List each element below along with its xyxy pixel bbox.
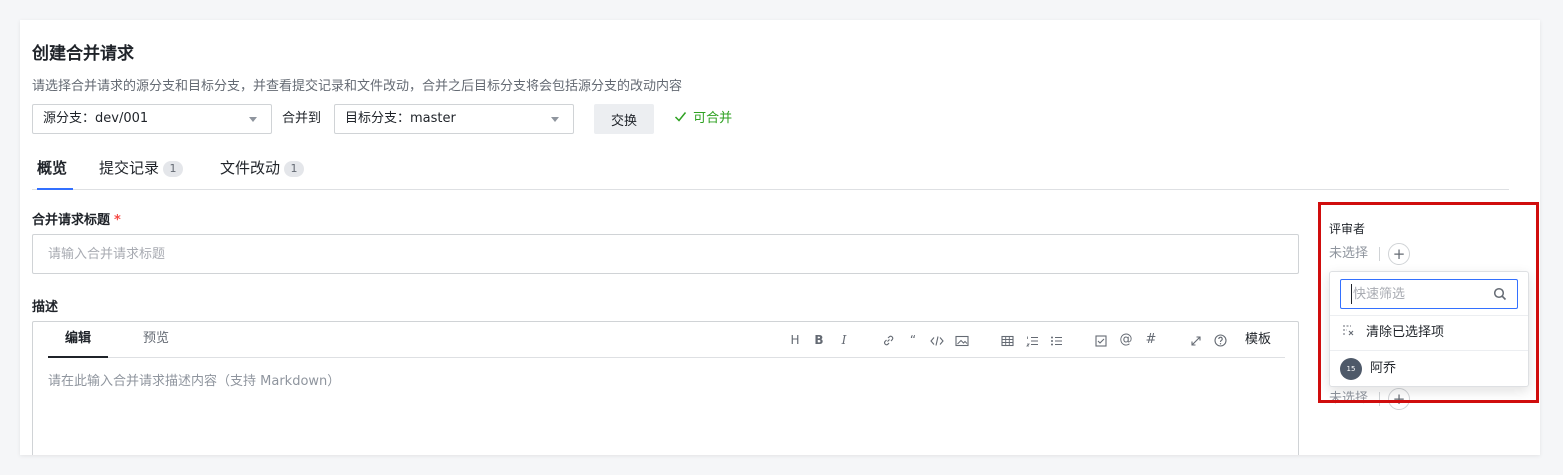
chevron-down-icon — [249, 117, 257, 122]
mr-title-label: 合并请求标题 * — [32, 209, 121, 228]
editor-tab-edit[interactable]: 编辑 — [48, 322, 108, 358]
image-icon[interactable] — [955, 330, 969, 350]
description-label: 描述 — [32, 300, 59, 315]
tab-file-changes[interactable]: 文件改动 1 — [220, 148, 305, 190]
mention-button[interactable]: @ — [1119, 330, 1133, 350]
editor-tab-bar: 编辑 预览 H B I “ @ # 模板 — [48, 322, 1285, 358]
mergeable-status: 可合并 — [674, 104, 732, 134]
commits-count-badge: 1 — [163, 161, 184, 177]
description-editor: 编辑 预览 H B I “ @ # 模板 请在此输入合并请求描述内容（支持 Ma… — [32, 321, 1299, 455]
fullscreen-icon[interactable] — [1189, 330, 1203, 350]
mr-title-label-text: 合并请求标题 — [32, 213, 111, 228]
mergeable-text: 可合并 — [693, 111, 733, 126]
table-icon[interactable] — [1000, 330, 1014, 350]
unordered-list-icon[interactable] — [1049, 330, 1063, 350]
source-branch-select[interactable]: 源分支：dev/001 — [32, 104, 272, 134]
tab-commits[interactable]: 提交记录 1 — [99, 148, 184, 190]
tab-file-changes-label: 文件改动 — [220, 159, 281, 177]
target-branch-select[interactable]: 目标分支：master — [334, 104, 574, 134]
highlight-box — [1318, 202, 1539, 403]
link-icon[interactable] — [881, 330, 895, 350]
tab-commits-label: 提交记录 — [99, 159, 160, 177]
tab-overview[interactable]: 概览 — [37, 148, 73, 190]
chevron-down-icon — [551, 117, 559, 122]
description-placeholder[interactable]: 请在此输入合并请求描述内容（支持 Markdown） — [48, 370, 340, 389]
create-merge-request-card: 创建合并请求 请选择合并请求的源分支和目标分支，并查看提交记录和文件改动，合并之… — [20, 20, 1540, 455]
template-button[interactable]: 模板 — [1245, 330, 1271, 350]
code-icon[interactable] — [930, 330, 944, 350]
heading-button[interactable]: H — [788, 330, 802, 350]
required-mark: * — [114, 213, 121, 228]
check-icon — [674, 112, 687, 122]
swap-button[interactable]: 交换 — [594, 104, 654, 134]
page-description: 请选择合并请求的源分支和目标分支，并查看提交记录和文件改动，合并之后目标分支将会… — [32, 79, 683, 94]
italic-button[interactable]: I — [837, 330, 851, 350]
checkbox-icon[interactable] — [1094, 330, 1108, 350]
merge-to-label: 合并到 — [282, 111, 322, 126]
help-icon[interactable] — [1213, 330, 1227, 350]
page-title: 创建合并请求 — [32, 44, 134, 64]
editor-tab-preview[interactable]: 预览 — [126, 322, 186, 358]
ordered-list-icon[interactable] — [1025, 330, 1039, 350]
source-branch-value: 源分支：dev/001 — [43, 111, 149, 126]
file-changes-count-badge: 1 — [284, 161, 305, 177]
mr-title-input[interactable] — [32, 234, 1299, 274]
tab-bar: 概览 提交记录 1 文件改动 1 — [32, 148, 1509, 190]
bold-button[interactable]: B — [812, 330, 826, 350]
target-branch-value: 目标分支：master — [345, 111, 456, 126]
quote-button[interactable]: “ — [906, 330, 920, 350]
tab-overview-label: 概览 — [37, 159, 68, 177]
hashtag-button[interactable]: # — [1144, 330, 1158, 350]
